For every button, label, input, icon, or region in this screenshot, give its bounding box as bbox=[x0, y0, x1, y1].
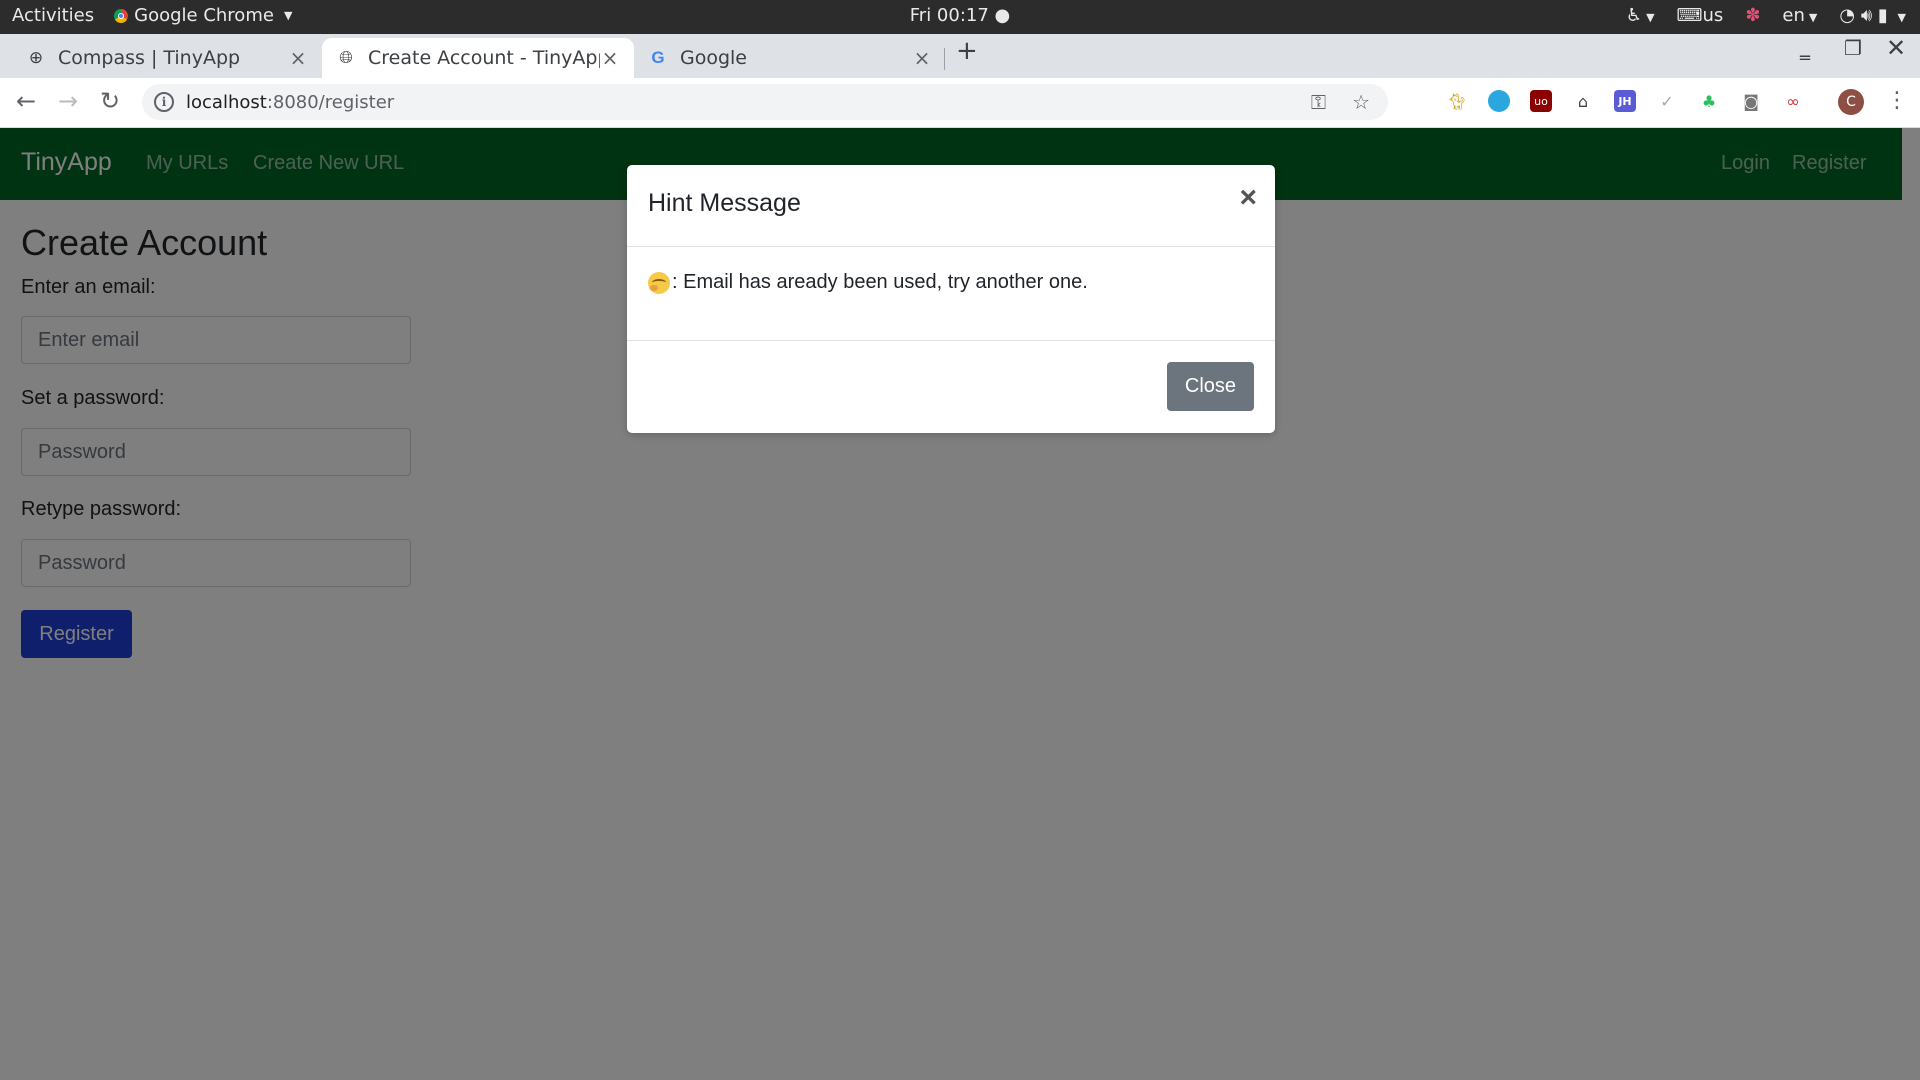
close-button[interactable]: Close bbox=[1167, 362, 1254, 411]
profile-avatar[interactable]: C bbox=[1838, 89, 1864, 115]
keyboard-layout[interactable]: ⌨us bbox=[1677, 5, 1724, 26]
tab-strip: ⊕ Compass | TinyApp × 🌐︎ Create Account … bbox=[0, 34, 1920, 78]
compass-icon: ⊕ bbox=[28, 48, 44, 68]
close-icon[interactable]: × bbox=[600, 46, 620, 70]
tab-separator bbox=[944, 48, 945, 70]
extensions-area: 🐈︎ uo ⌂ JH ✓ ♣ ◙ ∞ bbox=[1446, 90, 1804, 112]
globe-icon: 🌐︎ bbox=[339, 48, 353, 68]
address-bar[interactable]: i localhost:8080/register ⚿ ☆ bbox=[142, 84, 1388, 120]
tab-title: Compass | TinyApp bbox=[58, 47, 241, 69]
tab-title: Google bbox=[680, 47, 748, 69]
reload-icon[interactable]: ↻ bbox=[100, 87, 120, 115]
camera-icon[interactable]: ◙ bbox=[1740, 90, 1762, 112]
back-icon[interactable]: ← bbox=[16, 87, 36, 115]
activities-button[interactable]: Activities bbox=[12, 5, 94, 26]
new-tab-button[interactable]: + bbox=[956, 36, 978, 66]
chevron-down-icon: ▼ bbox=[283, 9, 293, 22]
language-label: en bbox=[1782, 5, 1805, 26]
info-icon[interactable]: i bbox=[154, 92, 174, 112]
battery-icon: ▮ bbox=[1877, 5, 1888, 26]
chevron-down-icon: ▼ bbox=[1897, 11, 1906, 24]
url-path: :8080/register bbox=[266, 91, 395, 113]
notification-icon[interactable]: ✽ bbox=[1745, 5, 1760, 26]
close-window-button[interactable]: ✕ bbox=[1886, 34, 1906, 62]
extension-cat-icon[interactable]: 🐈︎ bbox=[1446, 90, 1468, 112]
minimize-button[interactable]: ‗ bbox=[1800, 36, 1810, 60]
chrome-icon bbox=[114, 8, 129, 23]
jsonhero-icon[interactable]: JH bbox=[1614, 90, 1636, 112]
extension-glasses-icon[interactable]: ∞ bbox=[1782, 90, 1804, 112]
modal-header: Hint Message × bbox=[627, 165, 1275, 247]
extension-shield-icon[interactable] bbox=[1488, 90, 1510, 112]
language-selector[interactable]: en ▼ bbox=[1782, 5, 1817, 26]
hugging-face-emoji-icon bbox=[648, 271, 670, 294]
clock[interactable]: Fri 00:17 ● bbox=[910, 5, 1010, 26]
google-icon: G bbox=[651, 48, 665, 67]
tab-google[interactable]: G Google × bbox=[634, 38, 946, 78]
modal-body: : Email has aready been used, try anothe… bbox=[648, 271, 1088, 294]
modal-title: Hint Message bbox=[648, 189, 801, 217]
app-menu-label: Google Chrome bbox=[134, 5, 274, 26]
key-icon[interactable]: ⚿ bbox=[1311, 90, 1326, 114]
menu-kebab-icon[interactable]: ⋮ bbox=[1886, 88, 1908, 113]
tab-compass[interactable]: ⊕ Compass | TinyApp × bbox=[12, 38, 322, 78]
system-top-bar: Activities Google Chrome ▼ Fri 00:17 ● ♿… bbox=[0, 0, 1920, 34]
bookmark-star-icon[interactable]: ☆ bbox=[1352, 90, 1370, 114]
close-icon[interactable]: × bbox=[912, 46, 932, 70]
modal-footer: Close bbox=[627, 340, 1275, 433]
volume-icon: 🔊︎ bbox=[1860, 5, 1873, 26]
home-icon[interactable]: ⌂ bbox=[1572, 90, 1594, 112]
modal-close-icon[interactable]: × bbox=[1239, 183, 1257, 213]
check-icon[interactable]: ✓ bbox=[1656, 90, 1678, 112]
browser-toolbar: ← → ↻ i localhost:8080/register ⚿ ☆ 🐈︎ u… bbox=[0, 78, 1920, 128]
url-host: localhost bbox=[186, 91, 267, 113]
system-menu[interactable]: ◔ 🔊︎ ▮ ▼ bbox=[1839, 5, 1906, 26]
modal-message: : Email has aready been used, try anothe… bbox=[672, 271, 1088, 293]
keyboard-layout-label: us bbox=[1702, 5, 1724, 26]
tab-create-account[interactable]: 🌐︎ Create Account - TinyApp × bbox=[322, 38, 634, 78]
forward-icon[interactable]: → bbox=[58, 87, 78, 115]
hint-modal: Hint Message × : Email has aready been u… bbox=[627, 165, 1275, 433]
close-icon[interactable]: × bbox=[288, 46, 308, 70]
ublock-icon[interactable]: uo bbox=[1530, 90, 1552, 112]
wifi-icon: ◔ bbox=[1839, 5, 1856, 26]
tab-title: Create Account - TinyApp bbox=[368, 47, 600, 69]
evernote-icon[interactable]: ♣ bbox=[1698, 90, 1720, 112]
accessibility-icon[interactable]: ♿ ▼ bbox=[1626, 5, 1655, 26]
maximize-button[interactable]: ❐ bbox=[1844, 36, 1862, 60]
app-menu[interactable]: Google Chrome ▼ bbox=[114, 5, 292, 26]
